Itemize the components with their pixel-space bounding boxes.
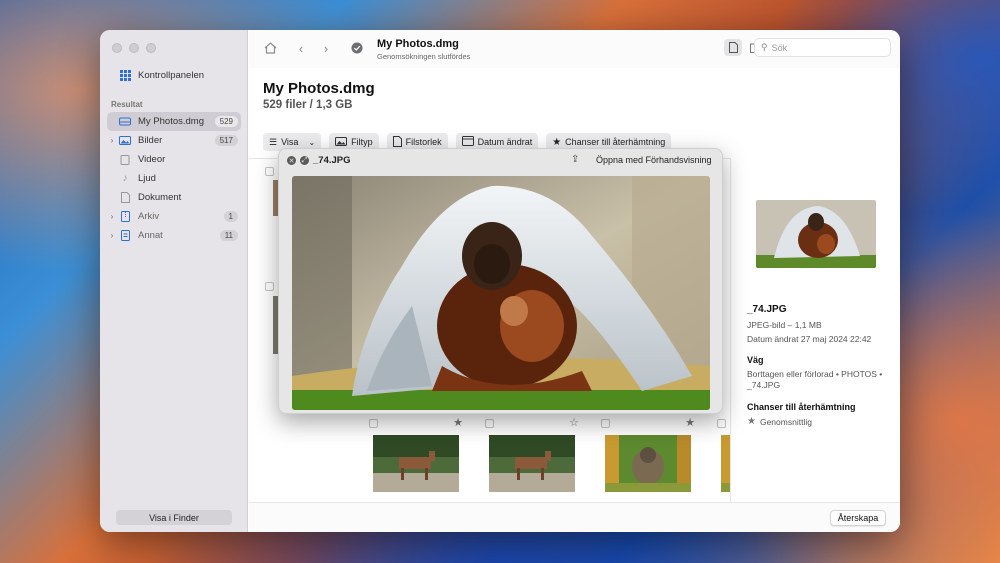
star-half-icon: ★ <box>552 136 562 148</box>
grid-icon <box>117 70 133 81</box>
star-half-icon: ★ <box>685 417 695 429</box>
search-icon: ⚲ <box>761 42 768 52</box>
star-half-icon: ★ <box>453 417 463 429</box>
restore-button[interactable]: Återskapa <box>830 510 886 526</box>
checkmark-circle-icon <box>350 41 364 55</box>
page-subtitle: 529 filer / 1,3 GB <box>263 99 353 111</box>
sidebar-item-label: Annat <box>138 230 163 241</box>
sidebar-item-other[interactable]: › Annat 11 <box>107 226 241 245</box>
file-view-icon[interactable] <box>724 39 742 56</box>
item-checkbox[interactable] <box>485 419 494 428</box>
file-icon <box>117 230 133 241</box>
close-icon[interactable]: ✕ <box>287 156 296 165</box>
sidebar-item-label: Kontrollpanelen <box>138 70 205 81</box>
sidebar-section-label: Resultat <box>111 100 143 109</box>
sidebar-item-label: Dokument <box>138 192 182 203</box>
chevron-right-icon[interactable]: › <box>107 212 117 221</box>
close-window-button[interactable] <box>112 43 122 53</box>
sidebar-item-label: Bilder <box>138 135 163 146</box>
details-panel: _74.JPG JPEG-bild – 1,1 MB Datum ändrat … <box>730 158 900 502</box>
sidebar-item-videos[interactable]: Videor <box>107 150 241 169</box>
home-icon[interactable] <box>263 41 277 55</box>
details-chance: ★ Genomsnittlig <box>747 416 812 427</box>
sidebar-item-my-photos[interactable]: My Photos.dmg 529 <box>107 112 241 131</box>
grid-item[interactable]: ★ <box>369 417 465 499</box>
app-window: Kontrollpanelen Resultat My Photos.dmg 5… <box>100 30 900 532</box>
grid-item[interactable]: ☆ <box>485 417 581 499</box>
details-filename: _74.JPG <box>747 304 787 315</box>
sidebar-item-dashboard[interactable]: Kontrollpanelen <box>107 66 241 85</box>
preview-thumbnail <box>756 200 876 268</box>
minimize-window-button[interactable] <box>129 43 139 53</box>
document-icon <box>117 192 133 203</box>
star-half-icon: ★ <box>747 416 756 427</box>
search-field[interactable]: ⚲ Sök <box>754 38 891 57</box>
sidebar-item-archives[interactable]: › Arkiv 1 <box>107 207 241 226</box>
zoom-window-button[interactable] <box>146 43 156 53</box>
count-badge: 529 <box>214 116 238 127</box>
chevron-right-icon[interactable]: › <box>107 231 117 240</box>
sidebar-item-label: Videor <box>138 154 166 165</box>
forward-icon[interactable]: › <box>319 41 333 56</box>
page-title: My Photos.dmg <box>263 80 375 97</box>
sidebar-item-label: My Photos.dmg <box>138 116 204 127</box>
quicklook-filename: _74.JPG <box>313 155 351 166</box>
photo-icon <box>335 136 348 148</box>
details-path: Borttagen eller förlorad • PHOTOS • <box>747 369 883 379</box>
fullscreen-icon[interactable]: ⤢ <box>300 156 309 165</box>
item-checkbox[interactable] <box>265 282 274 291</box>
toolbar: ‹ › My Photos.dmg Genomsökningen slutför… <box>249 30 900 68</box>
count-badge: 1 <box>223 211 238 222</box>
toolbar-title: My Photos.dmg <box>377 38 459 50</box>
sidebar-item-label: Ljud <box>138 173 156 184</box>
details-chance-heading: Chanser till återhämtning <box>747 402 856 412</box>
share-icon[interactable]: ⇪ <box>571 154 579 165</box>
grid-item[interactable]: ★ <box>601 417 697 499</box>
sidebar: Kontrollpanelen Resultat My Photos.dmg 5… <box>100 30 248 532</box>
details-kind: JPEG-bild – 1,1 MB <box>747 320 822 330</box>
count-badge: 517 <box>214 135 238 146</box>
music-note-icon: ♪ <box>122 173 128 184</box>
quicklook-titlebar: ✕ ⤢ _74.JPG ⇪ Öppna med Förhandsvisning <box>279 149 722 173</box>
sidebar-item-images[interactable]: › Bilder 517 <box>107 131 241 150</box>
show-in-finder-button[interactable]: Visa i Finder <box>116 510 232 525</box>
item-checkbox[interactable] <box>601 419 610 428</box>
window-controls <box>112 43 156 53</box>
calendar-icon <box>461 136 474 148</box>
document-icon <box>392 135 402 149</box>
item-checkbox[interactable] <box>717 419 726 428</box>
sliders-icon: ☰ <box>269 136 278 147</box>
details-path-file: _74.JPG <box>747 380 781 390</box>
chevron-down-icon: ⌄ <box>308 137 316 147</box>
star-outline-icon: ☆ <box>569 417 579 429</box>
sidebar-item-audio[interactable]: ♪ Ljud <box>107 169 241 188</box>
film-icon <box>117 154 133 165</box>
details-date: Datum ändrat 27 maj 2024 22:42 <box>747 334 872 344</box>
archive-icon <box>117 211 133 222</box>
sidebar-item-label: Arkiv <box>138 211 160 222</box>
preview-image <box>292 176 710 410</box>
photo-thumbnail <box>605 435 691 492</box>
open-with-preview-button[interactable]: Öppna med Förhandsvisning <box>596 155 712 165</box>
sidebar-item-documents[interactable]: Dokument <box>107 188 241 207</box>
item-checkbox[interactable] <box>265 167 274 176</box>
back-icon[interactable]: ‹ <box>294 41 308 56</box>
details-path-heading: Väg <box>747 355 764 365</box>
chevron-right-icon[interactable]: › <box>107 136 117 145</box>
photo-icon <box>117 135 133 146</box>
count-badge: 11 <box>219 230 238 241</box>
disk-icon <box>117 116 133 127</box>
photo-thumbnail <box>489 435 575 492</box>
toolbar-subtitle: Genomsökningen slutfördes <box>377 52 471 61</box>
photo-thumbnail <box>373 435 459 492</box>
quicklook-preview-window: ✕ ⤢ _74.JPG ⇪ Öppna med Förhandsvisning <box>278 148 723 414</box>
search-placeholder: Sök <box>771 42 788 53</box>
item-checkbox[interactable] <box>369 419 378 428</box>
bottom-bar: Återskapa <box>249 502 900 532</box>
